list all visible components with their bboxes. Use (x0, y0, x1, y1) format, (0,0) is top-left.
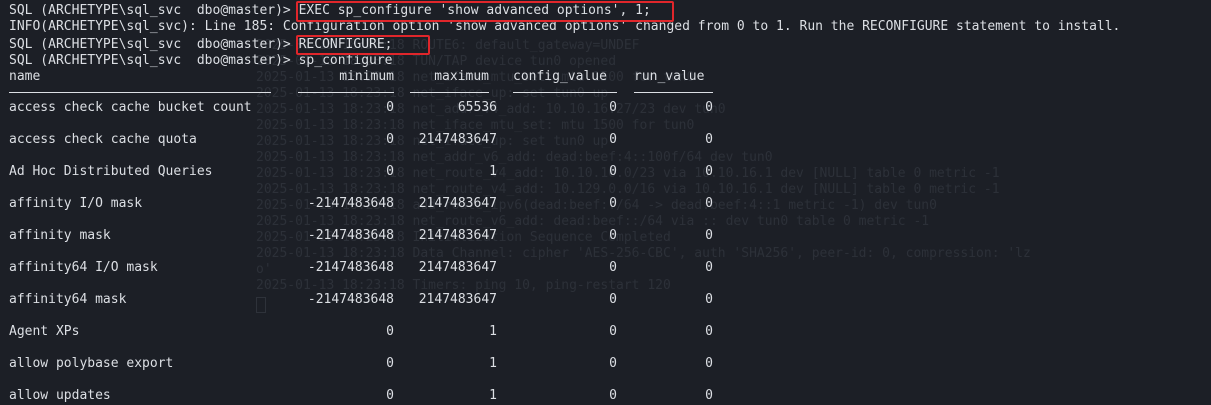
cell-minimum: 0 (386, 324, 394, 339)
table-row: affinity64 I/O mask -2147483648 2147483647… (9, 259, 769, 276)
table-row: access check cache quota 0 2147483647 0 0 (9, 131, 769, 148)
table-row: allow polybase export 0 1 0 0 (9, 355, 769, 372)
cell-run-value: 0 (705, 100, 713, 115)
cell-config-value: 0 (609, 356, 617, 371)
cell-run-value: 0 (705, 228, 713, 243)
table-row: affinity mask -2147483648 2147483647 0 0 (9, 227, 769, 244)
cell-run-value: 0 (705, 196, 713, 211)
highlight-exec-command (296, 1, 674, 22)
cell-run-value: 0 (705, 164, 713, 179)
cell-run-value: 0 (705, 260, 713, 275)
cell-run-value: 0 (705, 132, 713, 147)
cell-name: affinity I/O mask (9, 196, 143, 211)
column-header-run-value: run_value (634, 69, 705, 84)
cell-minimum: -2147483648 (307, 260, 394, 275)
cell-minimum: 0 (386, 388, 394, 403)
cell-minimum: 0 (386, 356, 394, 371)
column-header-name: name (9, 69, 41, 84)
column-header-config-value: config_value (513, 69, 607, 84)
table-row: Ad Hoc Distributed Queries 0 1 0 0 (9, 163, 769, 180)
cell-config-value: 0 (609, 324, 617, 339)
column-underline-run-value (634, 92, 713, 93)
table-row: affinity64 mask -2147483648 2147483647 0 0 (9, 291, 769, 308)
cell-run-value: 0 (705, 356, 713, 371)
cell-minimum: -2147483648 (307, 292, 394, 307)
cell-run-value: 0 (705, 324, 713, 339)
table-row: access check cache bucket count 0 65536 0 0 (9, 99, 769, 116)
table-row: Agent XPs 0 1 0 0 (9, 323, 769, 340)
cell-minimum: -2147483648 (307, 228, 394, 243)
cell-name: affinity64 mask (9, 292, 127, 307)
column-underline-config-value (513, 92, 617, 93)
cell-name: access check cache quota (9, 132, 197, 147)
cell-minimum: -2147483648 (307, 196, 394, 211)
cell-config-value: 0 (609, 260, 617, 275)
cell-maximum: 2147483647 (418, 228, 497, 243)
cell-maximum: 2147483647 (418, 260, 497, 275)
cell-name: Ad Hoc Distributed Queries (9, 164, 213, 179)
cell-name: allow polybase export (9, 356, 174, 371)
cell-minimum: 0 (386, 132, 394, 147)
column-underline-minimum (298, 92, 394, 93)
highlight-reconfigure-command (296, 35, 430, 55)
cell-name: allow updates (9, 388, 111, 403)
cell-config-value: 0 (609, 388, 617, 403)
column-header-maximum: maximum (434, 69, 489, 84)
cell-config-value: 0 (609, 164, 617, 179)
cell-maximum: 1 (489, 388, 497, 403)
cell-maximum: 65536 (457, 100, 497, 115)
cell-config-value: 0 (609, 100, 617, 115)
cell-config-value: 0 (609, 196, 617, 211)
cell-name: affinity mask (9, 228, 111, 243)
column-underline-maximum (410, 92, 489, 93)
column-header-minimum: minimum (339, 69, 394, 84)
cell-minimum: 0 (386, 100, 394, 115)
cell-name: Agent XPs (9, 324, 80, 339)
table-row: affinity I/O mask -2147483648 2147483647 0 0 (9, 195, 769, 212)
cell-run-value: 0 (705, 292, 713, 307)
cell-config-value: 0 (609, 292, 617, 307)
cell-config-value: 0 (609, 228, 617, 243)
cell-run-value: 0 (705, 388, 713, 403)
cell-maximum: 2147483647 (418, 292, 497, 307)
cell-name: affinity64 I/O mask (9, 260, 158, 275)
cell-minimum: 0 (386, 164, 394, 179)
cell-maximum: 2147483647 (418, 196, 497, 211)
cell-maximum: 1 (489, 324, 497, 339)
cell-maximum: 1 (489, 356, 497, 371)
column-underline-name (9, 92, 271, 93)
cell-config-value: 0 (609, 132, 617, 147)
cell-maximum: 1 (489, 164, 497, 179)
table-row: allow updates 0 1 0 0 (9, 387, 769, 404)
cell-name: access check cache bucket count (9, 100, 252, 115)
cell-maximum: 2147483647 (418, 132, 497, 147)
